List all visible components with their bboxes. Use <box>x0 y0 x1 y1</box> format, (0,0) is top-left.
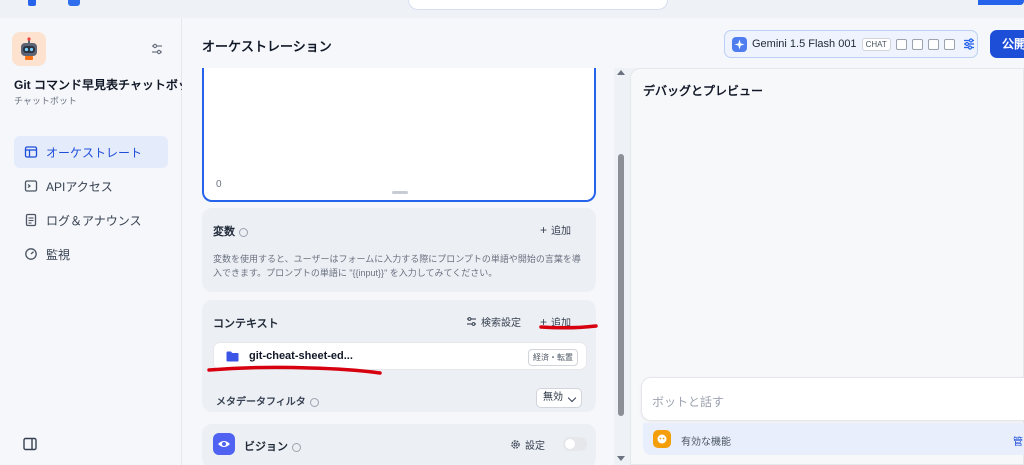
manage-features-link[interactable]: 管 <box>1013 433 1023 448</box>
chevron-down-icon <box>567 393 577 403</box>
prompt-char-count: 0 <box>216 179 222 190</box>
sidebar-item-orchestrate[interactable]: オーケストレート <box>14 136 168 168</box>
scroll-down-arrow-icon[interactable] <box>617 456 625 461</box>
sidebar-item-logs[interactable]: ログ＆アナウンス <box>14 204 168 236</box>
vision-card: ビジョン 設定 <box>202 424 596 465</box>
metadata-filter-text: メタデータフィルタ <box>216 397 306 408</box>
scroll-thumb[interactable] <box>618 154 624 416</box>
page-title: オーケストレーション <box>202 39 332 54</box>
orchestration-panel: 0 変数 + 追加 変数を使用すると、ユーザーはフォームに入力する際にプロンプトの… <box>182 68 614 465</box>
toggle-knob <box>565 439 575 449</box>
vision-settings-label: 設定 <box>525 441 545 452</box>
model-name: Gemini 1.5 Flash 001 <box>752 38 857 50</box>
app-type: チャットボット <box>14 96 77 106</box>
audio-icon <box>943 38 955 50</box>
sidebar: Git コマンド早見表チャットボット チャットボット オーケストレート APIア… <box>0 18 202 465</box>
publish-button[interactable]: 公開す <box>990 30 1024 58</box>
app-title: Git コマンド早見表チャットボット <box>14 78 202 92</box>
video-icon <box>927 38 939 50</box>
top-active-tab[interactable] <box>408 0 668 10</box>
app-logo <box>28 0 36 6</box>
gemini-icon <box>732 36 747 52</box>
scroll-up-arrow-icon[interactable] <box>617 70 625 75</box>
sidebar-item-label: オーケストレート <box>46 145 143 160</box>
model-selector[interactable]: Gemini 1.5 Flash 001 CHAT <box>724 30 978 58</box>
collapse-sidebar-icon[interactable] <box>22 436 38 452</box>
terminal-icon <box>24 180 38 192</box>
document-icon <box>25 213 37 227</box>
metadata-filter-value: 無効 <box>543 392 563 403</box>
info-icon[interactable] <box>292 442 301 452</box>
debug-preview-panel: デバッグとプレビュー ボットと話す 有効な機能 管 <box>630 68 1024 465</box>
bot-avatar-icon <box>12 32 46 66</box>
gauge-icon <box>25 248 37 260</box>
chat-input[interactable]: ボットと話す <box>641 377 1024 421</box>
add-variable-label: 追加 <box>551 226 572 237</box>
dataset-badge: 経済・転置 <box>528 349 578 366</box>
vision-title: ビジョン <box>244 438 301 454</box>
sliders-icon <box>467 317 476 326</box>
model-params-icon[interactable] <box>962 37 976 51</box>
folder-icon <box>226 351 239 362</box>
top-nav-strip <box>0 0 1024 18</box>
eye-icon <box>895 38 907 50</box>
sidebar-item-label: 監視 <box>46 247 71 262</box>
debug-title: デバッグとプレビュー <box>643 84 764 98</box>
resize-handle[interactable] <box>392 191 408 194</box>
prompt-editor[interactable]: 0 <box>202 68 596 202</box>
add-variable-button[interactable]: + 追加 <box>540 222 571 237</box>
info-icon[interactable] <box>239 227 248 237</box>
variables-card: 変数 + 追加 変数を使用すると、ユーザーはフォームに入力する際にプロンプトの単語… <box>202 208 596 292</box>
top-right-button[interactable] <box>978 0 1024 5</box>
info-icon[interactable] <box>309 397 319 407</box>
variables-title-text: 変数 <box>213 226 235 238</box>
app-settings-icon[interactable] <box>150 42 164 56</box>
vision-toggle[interactable] <box>563 437 587 451</box>
layout-icon <box>24 146 38 158</box>
metadata-filter-select[interactable]: 無効 <box>536 388 582 408</box>
scrollbar[interactable] <box>616 68 626 465</box>
dataset-item[interactable]: git-cheat-sheet-ed... 経済・転置 <box>213 342 587 370</box>
add-context-label: 追加 <box>551 318 572 329</box>
plus-icon: + <box>540 223 548 237</box>
variables-title: 変数 <box>213 223 248 239</box>
sidebar-item-monitoring[interactable]: 監視 <box>14 238 168 270</box>
sidebar-item-api-access[interactable]: APIアクセス <box>14 170 168 202</box>
retrieval-settings-button[interactable]: 検索設定 <box>466 314 521 329</box>
sidebar-item-label: APIアクセス <box>46 179 113 194</box>
eye-icon <box>213 433 235 455</box>
plus-icon: + <box>540 315 548 329</box>
sidebar-nav: オーケストレート APIアクセス ログ＆アナウンス 監視 <box>14 136 168 272</box>
context-card: コンテキスト 検索設定 + 追加 git-cheat-sheet-ed... 経済… <box>202 300 596 412</box>
gear-icon <box>511 440 520 449</box>
features-icon <box>653 430 671 448</box>
metadata-filter-label: メタデータフィルタ <box>216 393 319 408</box>
vision-settings-button[interactable]: 設定 <box>510 437 545 452</box>
model-mode-badge: CHAT <box>861 37 891 51</box>
vision-title-text: ビジョン <box>244 441 288 453</box>
add-context-button[interactable]: + 追加 <box>540 314 571 329</box>
chat-placeholder: ボットと話す <box>652 395 725 409</box>
workspace-icon[interactable] <box>68 0 80 6</box>
features-bar: 有効な機能 管 <box>643 423 1024 455</box>
document-icon <box>911 38 923 50</box>
dataset-name: git-cheat-sheet-ed... <box>249 350 353 362</box>
features-label: 有効な機能 <box>681 437 731 448</box>
context-title: コンテキスト <box>213 318 279 330</box>
main-header: オーケストレーション Gemini 1.5 Flash 001 CHAT 公開す <box>182 18 1024 68</box>
sidebar-item-label: ログ＆アナウンス <box>46 213 142 228</box>
variables-description: 変数を使用すると、ユーザーはフォームに入力する際にプロンプトの単語や開始の言葉を… <box>213 254 581 278</box>
retrieval-settings-label: 検索設定 <box>481 318 521 329</box>
